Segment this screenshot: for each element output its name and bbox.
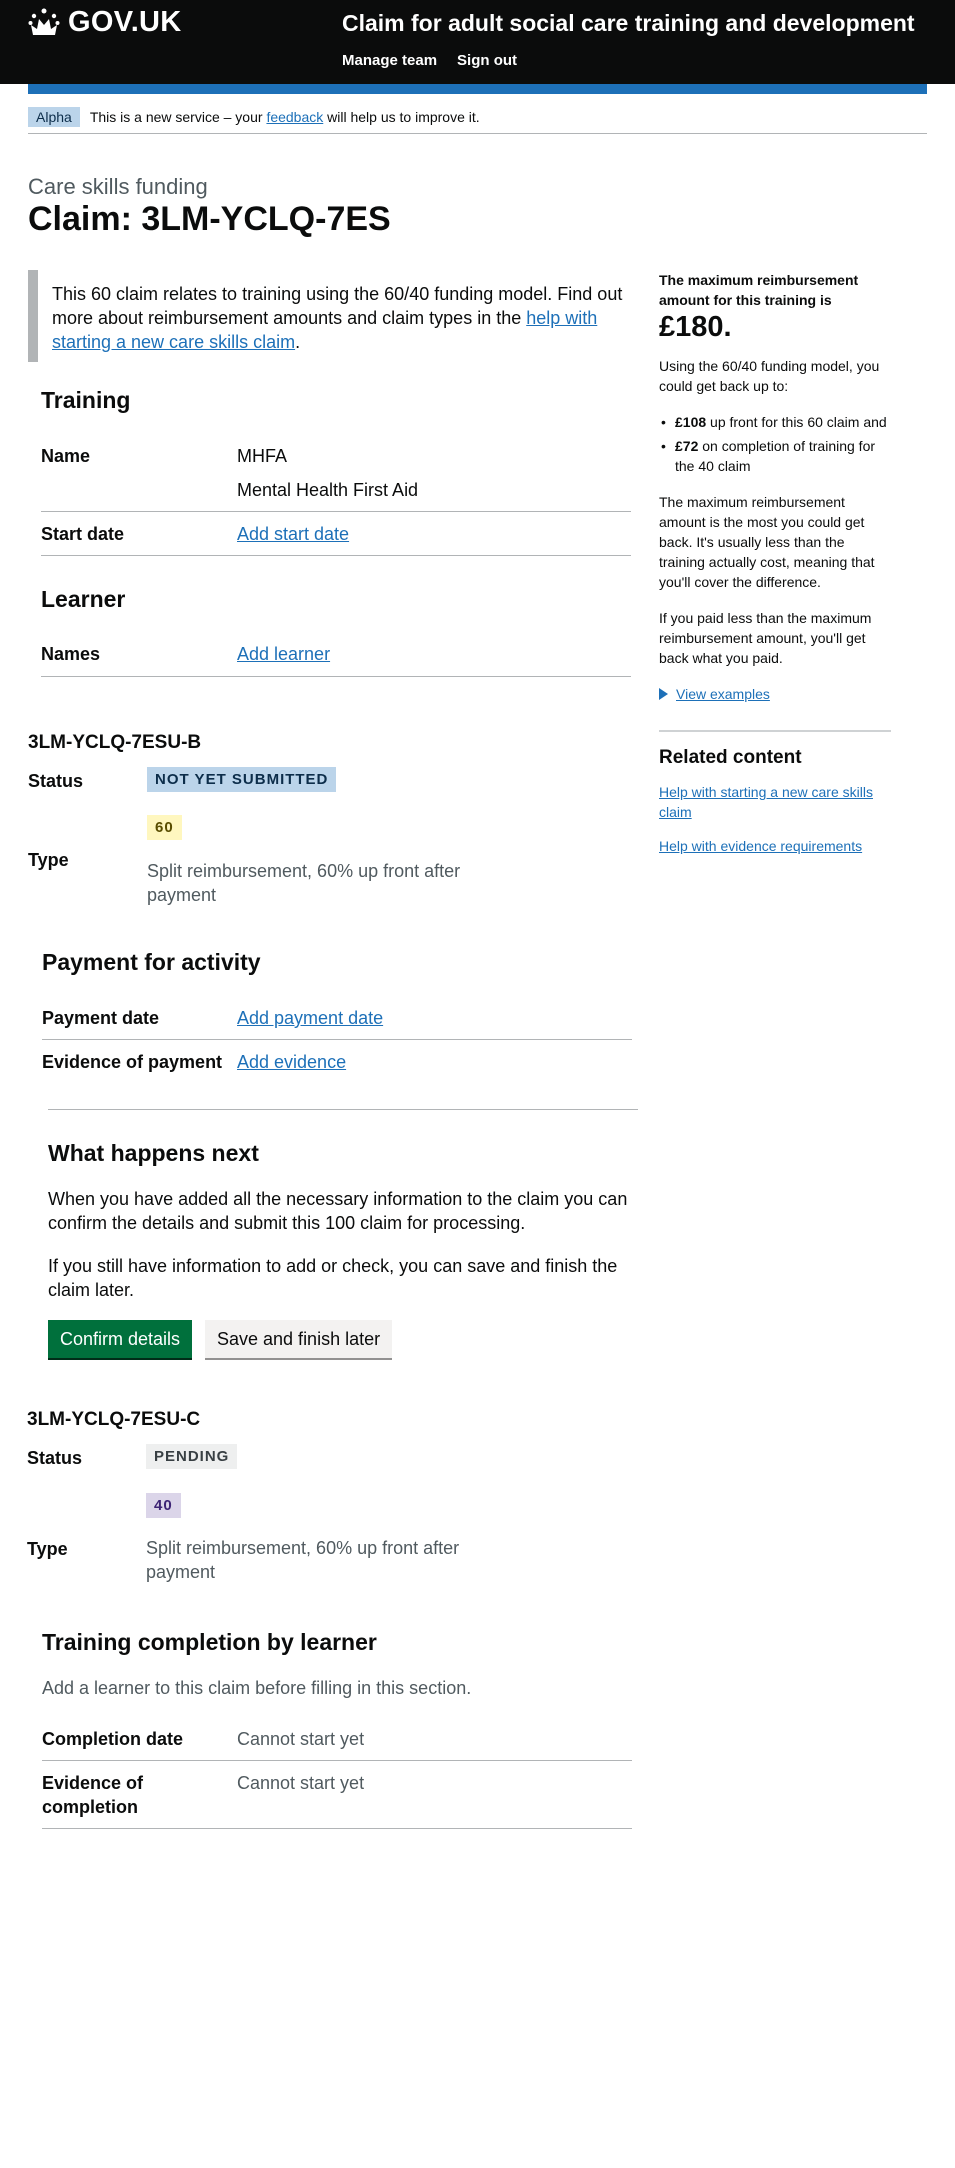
funding-intro: Using the 60/40 funding model, you could… <box>659 358 880 394</box>
claim-type-tag-40: 40 <box>146 1493 181 1518</box>
view-examples-link[interactable]: View examples <box>676 684 770 704</box>
phase-tag: Alpha <box>28 106 80 127</box>
page-title: Claim: 3LM-YCLQ-7ESU-B <box>28 200 390 238</box>
next-p2-line1: If you still have information to add or … <box>48 1256 618 1276</box>
next-p1-line1: When you have added all the necessary in… <box>48 1189 628 1209</box>
sidebar: The maximum reimbursement amount for thi… <box>659 270 891 870</box>
claim-b-status-key: Status <box>28 771 84 791</box>
evidence-completion-value: Cannot start yet <box>237 1773 365 1793</box>
phase-text: This is a new service – your feedback wi… <box>90 109 480 125</box>
add-evidence-link[interactable]: Add evidence <box>237 1050 346 1074</box>
claim-c-type-line2: payment <box>146 1562 216 1582</box>
max-amount: £180. <box>659 311 732 343</box>
divider <box>41 555 631 556</box>
max-explanation: The maximum reimbursement amount is the … <box>659 494 875 590</box>
evidence-completion-key-1: Evidence of <box>42 1773 144 1793</box>
sidebar-divider <box>659 730 891 732</box>
next-p1-line2: confirm the details and submit this 100 … <box>48 1213 526 1233</box>
claim-c-status-key: Status <box>27 1448 83 1468</box>
related-link-new-claim[interactable]: Help with starting a new care skills cla… <box>659 782 891 822</box>
inset-text: This 60 claim relates to training using … <box>28 270 628 362</box>
training-name-full: Mental Health First Aid <box>237 480 419 500</box>
service-name[interactable]: Claim for adult social care training and… <box>342 10 915 37</box>
training-heading: Training <box>41 387 131 413</box>
completion-hint: Add a learner to this claim before filli… <box>42 1678 472 1698</box>
add-payment-date-link[interactable]: Add payment date <box>237 1006 383 1030</box>
nav-sign-out[interactable]: Sign out <box>457 52 517 69</box>
paid-less-explanation: If you paid less than the maximum reimbu… <box>659 610 872 666</box>
evidence-payment-key: Evidence of payment <box>42 1052 223 1072</box>
divider <box>41 676 631 677</box>
view-examples-details[interactable]: View examples <box>659 684 891 704</box>
confirm-details-button[interactable]: Confirm details <box>48 1320 193 1358</box>
phase-text-after: will help us to improve it. <box>323 108 480 125</box>
amounts-list: £108 up front for this 60 claim and £72 … <box>659 412 891 476</box>
claim-b-reference: 3LM-YCLQ-7ESU-B <box>28 732 202 753</box>
list-item: £72 on completion of training for the 40… <box>659 436 891 476</box>
learner-names-key: Names <box>41 644 101 664</box>
page-caption: Care skills funding <box>28 174 208 199</box>
status-badge-pending: PENDING <box>146 1444 238 1469</box>
divider <box>41 511 631 512</box>
section-break <box>48 1109 638 1110</box>
claim-b-type-line1: Split reimbursement, 60% up front after <box>147 861 461 881</box>
feedback-link[interactable]: feedback <box>266 109 323 125</box>
header-nav: Manage team Sign out <box>342 52 517 69</box>
phase-banner: Alpha This is a new service – your feedb… <box>28 100 927 134</box>
claim-type-tag-60: 60 <box>147 815 182 840</box>
claim-c-reference: 3LM-YCLQ-7ESU-C <box>27 1409 201 1430</box>
completion-text: on completion of training for the 40 cla… <box>675 438 876 474</box>
divider <box>42 1828 632 1829</box>
payment-date-key: Payment date <box>42 1008 160 1028</box>
crown-icon <box>28 8 60 35</box>
add-learner-link[interactable]: Add learner <box>237 642 330 666</box>
max-reimbursement-line1: The maximum reimbursement <box>659 272 859 288</box>
triangle-right-icon <box>659 688 668 700</box>
govuk-logo[interactable]: GOV.UK <box>28 6 182 39</box>
training-start-key: Start date <box>41 524 125 544</box>
what-happens-next-heading: What happens next <box>48 1140 259 1166</box>
upfront-amount: £108 <box>675 414 707 430</box>
divider <box>42 1760 632 1761</box>
next-p2-line2: claim later. <box>48 1280 135 1300</box>
phase-text-before: This is a new service – your <box>89 108 267 125</box>
claim-b-type-key: Type <box>28 850 69 870</box>
training-name-key: Name <box>41 446 91 466</box>
divider <box>42 1039 632 1040</box>
header-blue-bar <box>28 84 927 94</box>
upfront-text: up front for this 60 claim and <box>706 414 887 430</box>
claim-c-type-line1: Split reimbursement, 60% up front after <box>146 1538 460 1558</box>
completion-date-key: Completion date <box>42 1729 184 1749</box>
site-header: GOV.UK Claim for adult social care train… <box>0 0 955 84</box>
claim-b-type-line2: payment <box>147 885 217 905</box>
inset-end: . <box>295 332 301 352</box>
completion-date-value: Cannot start yet <box>237 1729 365 1749</box>
completion-amount: £72 <box>675 438 699 454</box>
completion-heading: Training completion by learner <box>42 1629 377 1655</box>
status-badge-not-submitted: NOT YET SUBMITTED <box>147 767 337 792</box>
learner-heading: Learner <box>41 586 126 612</box>
govuk-logo-text: GOV.UK <box>68 6 182 38</box>
evidence-completion-key-2: completion <box>42 1797 139 1817</box>
max-reimbursement-line2: amount for this training is <box>659 292 832 308</box>
list-item: £108 up front for this 60 claim and <box>659 412 891 432</box>
claim-c-type-key: Type <box>27 1539 68 1559</box>
save-and-finish-later-button[interactable]: Save and finish later <box>205 1320 393 1358</box>
nav-manage-team[interactable]: Manage team <box>342 52 437 69</box>
payment-heading: Payment for activity <box>42 949 261 975</box>
related-link-evidence[interactable]: Help with evidence requirements <box>659 836 891 856</box>
related-content-heading: Related content <box>659 747 802 768</box>
training-name-value: MHFA <box>237 446 288 466</box>
add-start-date-link[interactable]: Add start date <box>237 522 349 546</box>
